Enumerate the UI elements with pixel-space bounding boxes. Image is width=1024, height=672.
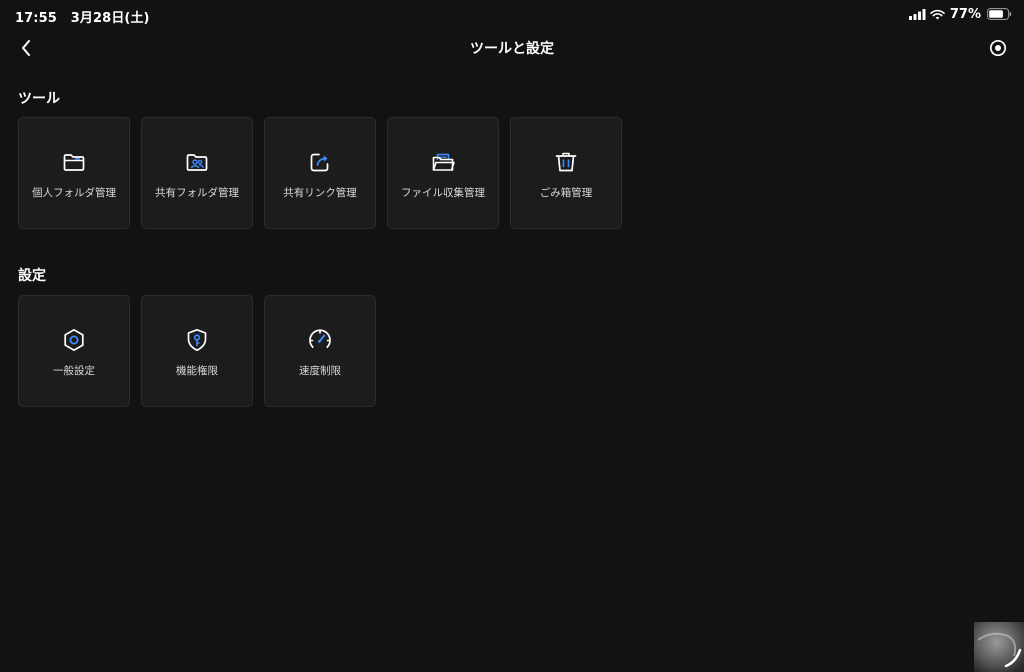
tool-label: 共有フォルダ管理 xyxy=(155,187,239,199)
tool-label: ファイル収集管理 xyxy=(401,187,485,199)
status-time: 17:55 3月28日(土) xyxy=(15,7,150,26)
setting-label: 機能権限 xyxy=(176,365,218,377)
page-title: ツールと設定 xyxy=(470,41,554,57)
personal-folder-icon xyxy=(60,148,88,176)
status-bar: 17:55 3月28日(土) 77% xyxy=(0,0,1024,28)
setting-label: 速度制限 xyxy=(299,365,341,377)
signal-icon xyxy=(908,8,926,20)
tool-file-collection[interactable]: ファイル収集管理 xyxy=(387,117,499,229)
permissions-shield-icon xyxy=(183,326,211,354)
tool-label: 共有リンク管理 xyxy=(283,187,357,199)
nav-bar: ツールと設定 xyxy=(0,30,1024,70)
setting-label: 一般設定 xyxy=(53,365,95,377)
status-clock: 17:55 xyxy=(15,11,57,26)
tool-shared-folder[interactable]: 共有フォルダ管理 xyxy=(141,117,253,229)
tool-personal-folder[interactable]: 個人フォルダ管理 xyxy=(18,117,130,229)
tools-grid: 個人フォルダ管理 共有フォルダ管理 共有リンク管理 ファイル収集管理 ごみ箱管理 xyxy=(18,117,622,229)
tool-trash[interactable]: ごみ箱管理 xyxy=(510,117,622,229)
target-icon xyxy=(989,39,1007,61)
settings-section-title: 設定 xyxy=(18,268,46,284)
status-indicators: 77% xyxy=(908,6,1012,22)
setting-permissions[interactable]: 機能権限 xyxy=(141,295,253,407)
share-link-icon xyxy=(306,148,334,176)
general-settings-icon xyxy=(60,326,88,354)
tools-section-title: ツール xyxy=(18,91,60,107)
battery-icon xyxy=(987,8,1012,20)
file-collection-icon xyxy=(429,148,457,176)
floating-thumbnail[interactable] xyxy=(974,622,1024,672)
battery-percent: 77% xyxy=(949,6,981,22)
target-button[interactable] xyxy=(988,39,1008,61)
setting-speed-limit[interactable]: 速度制限 xyxy=(264,295,376,407)
tool-share-link[interactable]: 共有リンク管理 xyxy=(264,117,376,229)
settings-grid: 一般設定 機能権限 速度制限 xyxy=(18,295,376,407)
tool-label: ごみ箱管理 xyxy=(539,187,593,199)
setting-general[interactable]: 一般設定 xyxy=(18,295,130,407)
shared-folder-icon xyxy=(183,148,211,176)
speedometer-icon xyxy=(306,326,334,354)
status-date: 3月28日(土) xyxy=(70,11,150,26)
wifi-icon xyxy=(930,9,945,20)
trash-icon xyxy=(552,148,580,176)
tool-label: 個人フォルダ管理 xyxy=(32,187,116,199)
